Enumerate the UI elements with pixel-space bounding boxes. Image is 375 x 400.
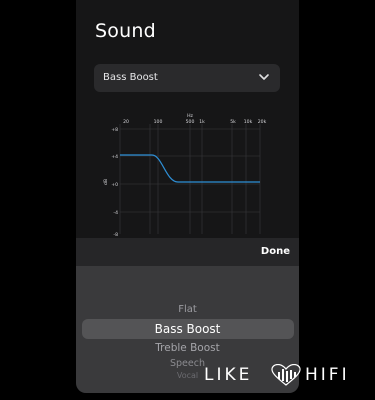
phone-screen: Sound Bass Boost Hz 20 100 500 1k 5k 10k… [76,0,299,393]
x-tick-label: 1k [199,119,205,125]
picker-toolbar: Done [76,238,299,266]
watermark-text-left: LIKE [204,365,253,385]
preset-dropdown[interactable]: Bass Boost [94,64,280,92]
x-tick-label: 500 [186,119,195,125]
x-tick-label: 100 [154,119,163,125]
y-tick-label: +0 [111,182,118,188]
chevron-down-icon [259,74,269,80]
eq-graph: Hz 20 100 500 1k 5k 10k 20k +8 +4 +0 -4 … [103,113,267,238]
page-title: Sound [95,20,156,42]
x-unit-label: Hz [187,113,193,119]
done-button[interactable]: Done [261,246,290,257]
watermark-logo: LIKE HIFI [204,363,369,387]
y-tick-label: +4 [111,154,118,160]
y-axis-label: dB [103,179,109,185]
heart-equalizer-icon [271,364,301,386]
y-tick-label: +8 [111,127,118,133]
picker-option[interactable]: Treble Boost [76,342,299,354]
x-tick-label: 20 [123,119,129,125]
dropdown-value: Bass Boost [103,72,158,83]
x-tick-label: 20k [258,119,267,125]
x-tick-label: 5k [230,119,236,125]
x-tick-label: 10k [244,119,253,125]
y-tick-label: -4 [113,210,118,216]
picker-option[interactable]: Flat [76,304,299,315]
picker-option-selected[interactable]: Bass Boost [76,322,299,336]
watermark-text-right: HIFI [305,365,350,385]
